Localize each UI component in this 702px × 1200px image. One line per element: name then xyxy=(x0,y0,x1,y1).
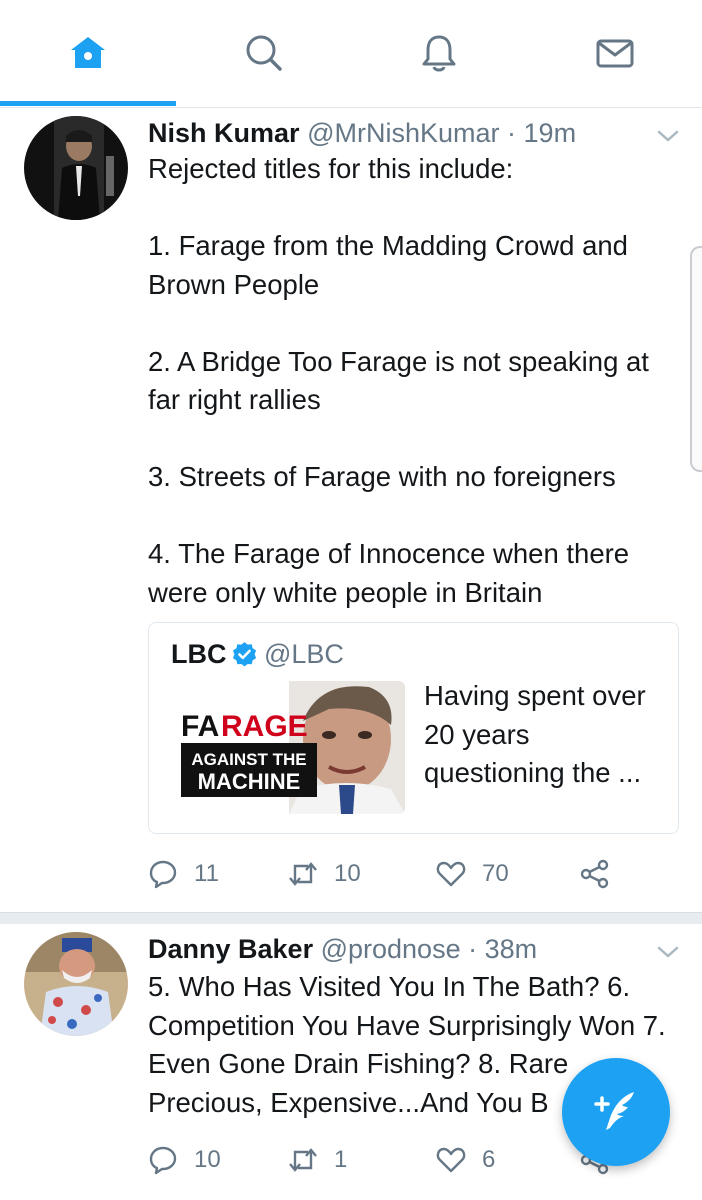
like-button[interactable]: 6 xyxy=(436,1140,495,1180)
bell-icon xyxy=(422,35,455,72)
reply-button[interactable]: 10 xyxy=(148,1140,221,1180)
verified-badge-icon xyxy=(232,642,257,667)
chevron-down-icon[interactable] xyxy=(656,940,680,964)
separator-dot: · xyxy=(468,934,478,964)
author-handle[interactable]: @prodnose xyxy=(321,934,461,964)
retweet-count: 10 xyxy=(334,860,361,887)
avatar[interactable] xyxy=(24,932,128,1036)
share-icon xyxy=(580,859,609,889)
top-navigation-bar xyxy=(0,0,702,108)
quoted-tweet-thumbnail[interactable]: FA RAGE AGAINST THE MACHINE xyxy=(169,681,405,814)
retweet-icon xyxy=(289,862,317,886)
retweet-button[interactable]: 1 xyxy=(288,1140,347,1180)
heart-icon xyxy=(436,861,466,887)
reply-button[interactable]: 11 xyxy=(148,854,219,894)
compose-tweet-button[interactable] xyxy=(562,1058,670,1166)
home-icon xyxy=(70,37,105,68)
tab-home[interactable] xyxy=(0,0,175,106)
reply-count: 11 xyxy=(194,860,219,887)
tab-search[interactable] xyxy=(176,0,351,106)
reply-count: 10 xyxy=(194,1146,221,1173)
active-tab-indicator xyxy=(0,101,176,106)
reply-icon xyxy=(149,860,177,889)
like-count: 70 xyxy=(482,860,509,887)
author-name[interactable]: Danny Baker xyxy=(148,934,313,964)
tab-messages[interactable] xyxy=(527,0,702,106)
thumbnail-subtitle-1: AGAINST THE xyxy=(191,750,306,769)
avatar[interactable] xyxy=(24,116,128,220)
retweet-icon xyxy=(289,1148,317,1172)
chevron-down-icon[interactable] xyxy=(656,124,680,148)
search-icon xyxy=(246,35,282,71)
compose-quill-icon xyxy=(594,1092,634,1130)
scrollbar[interactable] xyxy=(690,246,702,472)
author-name[interactable]: Nish Kumar xyxy=(148,118,300,148)
quoted-author-name: LBC xyxy=(171,639,227,669)
reply-icon xyxy=(149,1146,177,1175)
quoted-tweet-card[interactable]: LBC @LBC FA RAGE AGAINST THE MACHINE Hav… xyxy=(148,622,679,834)
quoted-tweet-text: Having spent over 20 years questioning t… xyxy=(424,680,654,788)
share-button[interactable] xyxy=(580,854,610,894)
thumbnail-subtitle-2: MACHINE xyxy=(198,769,301,794)
thumbnail-title-rage: RAGE xyxy=(221,710,308,743)
tweet-header: Nish Kumar @MrNishKumar · 19m xyxy=(148,116,576,150)
tab-notifications[interactable] xyxy=(351,0,526,106)
tweet-actions: 11 10 70 xyxy=(148,854,668,894)
timestamp: 38m xyxy=(484,934,538,964)
author-handle[interactable]: @MrNishKumar xyxy=(307,118,499,148)
retweet-count: 1 xyxy=(334,1146,348,1173)
like-count: 6 xyxy=(482,1146,496,1173)
timestamp: 19m xyxy=(523,118,577,148)
retweet-button[interactable]: 10 xyxy=(288,854,361,894)
separator-dot: · xyxy=(507,118,517,148)
tweet-header: Danny Baker @prodnose · 38m xyxy=(148,932,537,966)
quoted-author-handle: @LBC xyxy=(264,639,344,669)
heart-icon xyxy=(436,1147,466,1173)
thumbnail-title-fa: FA xyxy=(181,710,219,743)
tweet-divider xyxy=(0,912,702,924)
tweet[interactable]: Nish Kumar @MrNishKumar · 19m Rejected t… xyxy=(0,116,702,912)
mail-icon xyxy=(596,39,633,68)
tweet-text: Rejected titles for this include: 1. Far… xyxy=(148,153,649,608)
like-button[interactable]: 70 xyxy=(436,854,509,894)
